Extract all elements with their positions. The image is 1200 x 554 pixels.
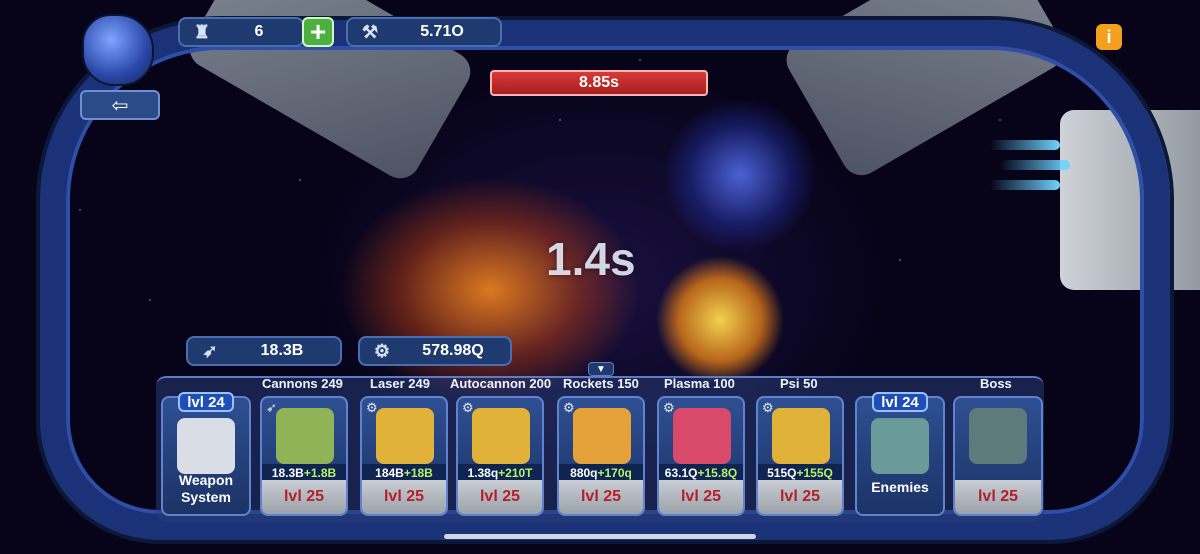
plasma-turret-icon: [673, 408, 731, 464]
enemies-title: Enemies: [871, 479, 929, 495]
weapon-system-title: Weapon System: [178, 472, 234, 505]
damage-stat-value: 18.3B: [260, 342, 304, 359]
laser-turret-icon: [376, 408, 434, 464]
chevron-down-icon: ▼: [596, 363, 606, 375]
power-stat-value: 578.98Q: [422, 342, 484, 359]
enemies-card[interactable]: Enemies: [855, 396, 945, 516]
column-label-laser: Laser 249: [370, 376, 430, 391]
autocannon-turret-icon: [472, 408, 530, 464]
weapon-card-laser[interactable]: ⚙ 184B+18B lvl 25: [360, 396, 448, 516]
rocket-turret-icon: [573, 408, 631, 464]
enemy-robot-icon: [871, 418, 929, 474]
weapon-level-button[interactable]: lvl 25: [362, 480, 446, 514]
wing-icon: ➶: [202, 340, 218, 361]
boss-level-button[interactable]: lvl 25: [955, 480, 1041, 514]
add-medals-button[interactable]: +: [302, 17, 334, 47]
boss-pirate-icon: [969, 408, 1027, 464]
psi-turret-icon: [772, 408, 830, 464]
medals-counter: ♜ 6: [178, 17, 304, 47]
column-label-plasma: Plasma 100: [664, 376, 735, 391]
currency-value: 5.71O: [420, 23, 464, 40]
weapon-card-rockets[interactable]: ⚙ 880q+170q lvl 25: [557, 396, 645, 516]
collapse-panel-button[interactable]: ▼: [588, 362, 614, 376]
currency-counter: ⚒ 5.71O: [346, 17, 502, 47]
weapon-level-button[interactable]: lvl 25: [758, 480, 842, 514]
column-label-boss: Boss: [980, 376, 1012, 391]
wave-timer-text: 8.85s: [578, 74, 620, 91]
countdown-text: 1.4s: [546, 233, 636, 285]
weapon-level-button[interactable]: lvl 25: [659, 480, 743, 514]
weapon-level-button[interactable]: lvl 25: [559, 480, 643, 514]
back-button[interactable]: ⇦: [80, 90, 160, 120]
wrench-bolt-icon: ⚒: [361, 21, 379, 42]
weapon-level-button[interactable]: lvl 25: [262, 480, 346, 514]
weapon-card-autocannon[interactable]: ⚙ 1.38q+210T lvl 25: [456, 396, 544, 516]
weapon-system-card[interactable]: Weapon System: [161, 396, 251, 516]
commander-helmet-avatar[interactable]: [82, 14, 154, 86]
weapon-level-button[interactable]: lvl 25: [458, 480, 542, 514]
home-indicator[interactable]: [444, 534, 756, 539]
medals-value: 6: [254, 23, 264, 40]
boss-card[interactable]: lvl 25: [953, 396, 1043, 516]
wave-timer-bar: 8.85s: [490, 70, 708, 96]
weapon-system-icon: [177, 418, 235, 474]
damage-stat: ➶ 18.3B: [186, 336, 342, 366]
column-label-rockets: Rockets 150: [563, 376, 639, 391]
enemies-level-badge: lvl 24: [872, 392, 928, 412]
trophy-icon: ♜: [193, 21, 211, 42]
power-stat: ⚙ 578.98Q: [358, 336, 512, 366]
gear-eye-icon: ⚙: [373, 340, 391, 361]
column-label-cannons: Cannons 249: [262, 376, 343, 391]
weapon-card-cannons[interactable]: ➶ 18.3B+1.8B lvl 25: [260, 396, 348, 516]
column-label-autocannon: Autocannon 200: [450, 376, 552, 391]
info-icon: i: [1106, 26, 1112, 47]
weapon-card-psi[interactable]: ⚙ 515Q+155Q lvl 25: [756, 396, 844, 516]
info-button[interactable]: i: [1096, 24, 1122, 50]
column-label-psi: Psi 50: [780, 376, 818, 391]
cannon-turret-icon: [276, 408, 334, 464]
back-arrow-icon: ⇦: [111, 94, 129, 117]
weapon-system-level-badge: lvl 24: [178, 392, 234, 412]
weapon-card-plasma[interactable]: ⚙ 63.1Q+15.8Q lvl 25: [657, 396, 745, 516]
